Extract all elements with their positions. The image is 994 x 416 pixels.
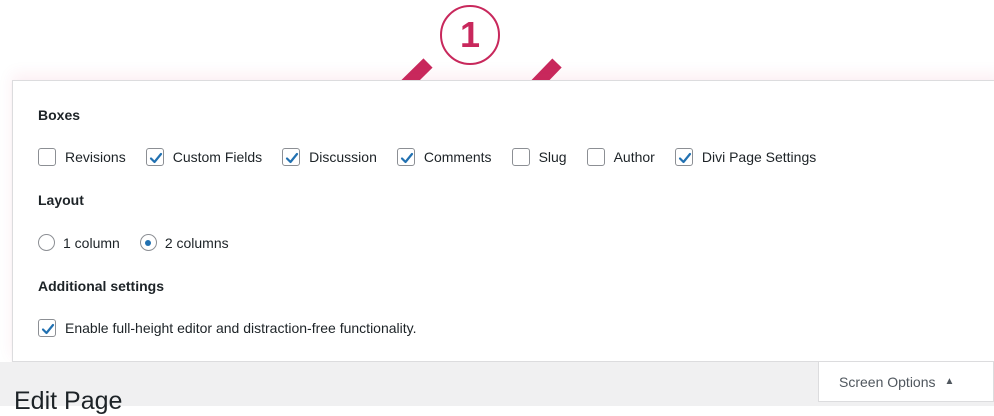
checkmark-icon	[41, 323, 55, 335]
screen-options-button[interactable]: Screen Options ▲	[818, 362, 994, 402]
radio-label: 1 column	[63, 234, 120, 251]
boxes-heading: Boxes	[38, 107, 81, 123]
checkbox-box[interactable]	[38, 148, 56, 166]
checkmark-icon	[149, 152, 162, 164]
checkbox-label: Discussion	[309, 149, 377, 165]
radio-button[interactable]	[139, 234, 157, 251]
checkbox-label: Author	[613, 149, 655, 165]
checkbox-label: Enable full-height editor and distractio…	[65, 320, 417, 336]
checkmark-icon	[400, 152, 413, 164]
radio-button[interactable]	[38, 234, 55, 251]
boxes-checkbox-row: Revisions Custom Fields Discussion Comme…	[38, 148, 836, 166]
checkbox-comments[interactable]: Comments	[396, 148, 492, 166]
checkbox-custom-fields[interactable]: Custom Fields	[145, 148, 263, 166]
checkbox-label: Comments	[423, 149, 492, 165]
checkmark-icon	[678, 152, 691, 164]
additional-settings-heading: Additional settings	[38, 278, 164, 294]
layout-radio-row: 1 column 2 columns	[38, 234, 249, 251]
checkbox-revisions[interactable]: Revisions	[38, 148, 126, 166]
checkbox-divi-page-settings[interactable]: Divi Page Settings	[674, 148, 817, 166]
layout-heading: Layout	[38, 192, 84, 208]
caret-up-icon: ▲	[944, 376, 955, 387]
checkbox-author[interactable]: Author	[586, 148, 655, 166]
checkmark-icon	[286, 152, 299, 164]
checkbox-box[interactable]	[282, 148, 301, 166]
radio-label: 2 columns	[164, 234, 229, 251]
checkbox-box[interactable]	[38, 319, 56, 337]
checkbox-box[interactable]	[674, 148, 693, 166]
checkbox-label: Slug	[538, 149, 567, 165]
additional-settings-row: Enable full-height editor and distractio…	[38, 319, 437, 337]
checkbox-full-height-editor[interactable]: Enable full-height editor and distractio…	[38, 319, 417, 337]
checkbox-slug[interactable]: Slug	[511, 148, 567, 166]
page-title: Edit Page	[14, 387, 123, 415]
checkbox-box[interactable]	[396, 148, 415, 166]
checkbox-label: Divi Page Settings	[701, 149, 817, 165]
step-number-badge: 1	[440, 5, 500, 65]
radio-selected-dot	[145, 239, 152, 246]
checkbox-discussion[interactable]: Discussion	[282, 148, 377, 166]
checkbox-box[interactable]	[145, 148, 164, 166]
screen-options-label: Screen Options	[839, 373, 936, 390]
checkbox-label: Revisions	[65, 149, 126, 165]
checkbox-box[interactable]	[586, 148, 605, 166]
checkbox-box[interactable]	[511, 148, 530, 166]
radio-1-column[interactable]: 1 column	[38, 234, 120, 251]
checkbox-label: Custom Fields	[172, 149, 263, 165]
radio-2-columns[interactable]: 2 columns	[139, 234, 229, 251]
